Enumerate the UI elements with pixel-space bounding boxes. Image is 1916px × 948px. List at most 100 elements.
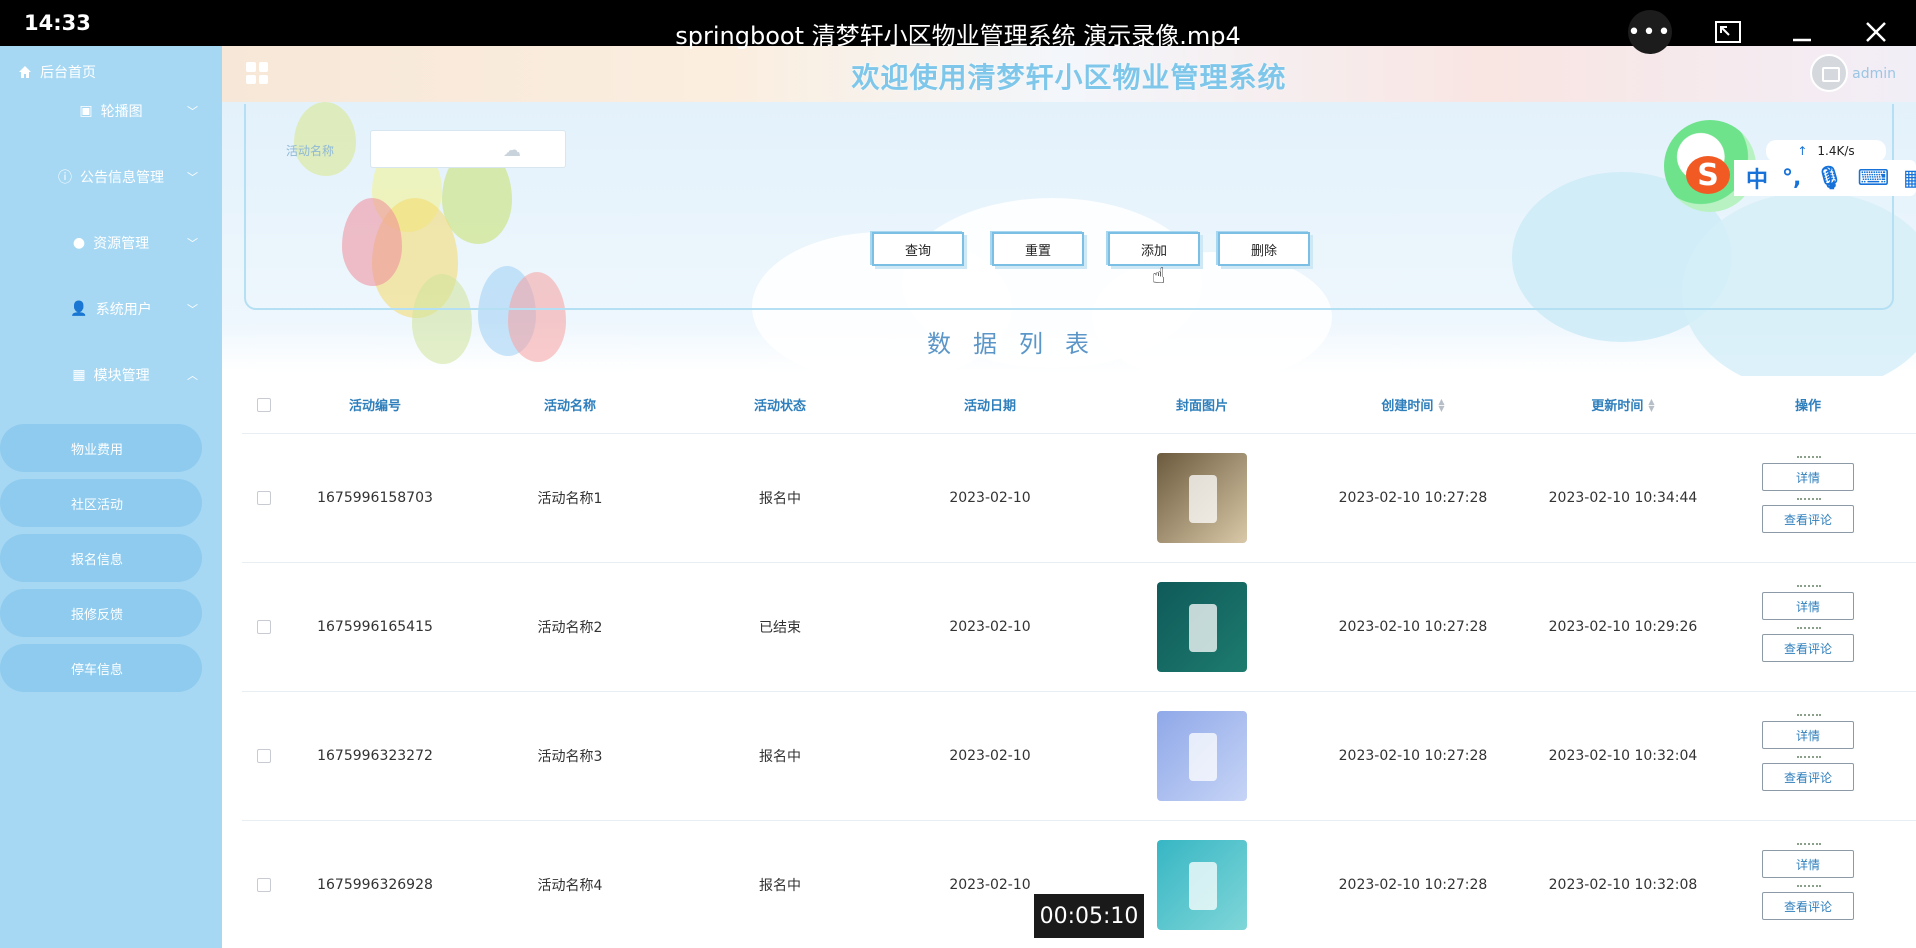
cover-image-thumbnail[interactable] <box>1157 711 1247 801</box>
network-speed: ↑ 1.4K/s <box>1766 140 1886 162</box>
delete-button[interactable]: 删除 <box>1218 232 1310 266</box>
cell-updated-time: 2023-02-10 10:34:44 <box>1548 490 1698 506</box>
cover-image-thumbnail[interactable] <box>1157 840 1247 930</box>
sidebar-subitem-label: 报名信息 <box>70 552 123 568</box>
row-actions: 详情 查看评论 <box>1762 456 1854 533</box>
view-comments-button[interactable]: 查看评论 <box>1762 498 1854 533</box>
column-header-created[interactable]: 创建时间 ▲ ▼ <box>1308 376 1518 433</box>
cover-illustration <box>1189 862 1217 910</box>
video-player-titlebar: 14:33 springboot 清梦轩小区物业管理系统 演示录像.mp4 ••… <box>0 0 1916 54</box>
minimize-button[interactable] <box>1784 17 1820 47</box>
image-icon: ▣ <box>79 103 93 119</box>
table-row: 1675996165415 活动名称2 已结束 2023-02-10 2023-02-1… <box>242 563 1916 692</box>
chevron-down-icon: ﹀ <box>187 237 198 250</box>
cell-activity-date: 2023-02-10 <box>949 619 1031 635</box>
cell-activity-id: 1675996158703 <box>317 490 433 506</box>
cover-image-thumbnail[interactable] <box>1157 453 1247 543</box>
sidebar-subitem-community-events[interactable]: 社区活动 <box>0 479 202 527</box>
cover-illustration <box>1189 475 1217 523</box>
close-button[interactable] <box>1858 17 1894 47</box>
query-button[interactable]: 查询 <box>872 232 964 266</box>
sidebar-subitem-parking[interactable]: 停车信息 <box>0 644 202 692</box>
info-icon: ⓘ <box>58 170 72 186</box>
cell-actions: 详情 查看评论 <box>1728 434 1888 562</box>
table-row: 1675996158703 活动名称1 报名中 2023-02-10 2023-02-1… <box>242 434 1916 563</box>
cell-cover-image <box>1096 563 1308 691</box>
apps-grid-icon[interactable]: ▦ <box>1903 166 1916 191</box>
sidebar-subitem-label: 报修反馈 <box>70 607 123 623</box>
detail-button[interactable]: 详情 <box>1762 585 1854 620</box>
sidebar-item-home[interactable]: 后台首页 <box>18 62 96 82</box>
sidebar-subitem-property-fees[interactable]: 物业费用 <box>0 424 202 472</box>
cell-updated-time: 2023-02-10 10:29:26 <box>1548 619 1698 635</box>
sidebar-subitem-label: 停车信息 <box>70 662 123 678</box>
sidebar-subitem-repair-feedback[interactable]: 报修反馈 <box>0 589 202 637</box>
sidebar-item-label: 系统用户 <box>95 302 152 318</box>
ime-punctuation-toggle[interactable]: °, <box>1782 166 1801 191</box>
row-checkbox[interactable] <box>257 749 271 763</box>
username[interactable]: admin <box>1852 66 1896 82</box>
ime-toolbar[interactable]: S ↑ 1.4K/s 中 °, 🎙 ⌨ ▦ <box>1664 120 1916 212</box>
column-header-updated[interactable]: 更新时间 ▲ ▼ <box>1518 376 1728 433</box>
detail-button[interactable]: 详情 <box>1762 843 1854 878</box>
cell-cover-image <box>1096 692 1308 820</box>
column-header-id: 活动编号 <box>348 399 401 414</box>
cell-activity-name: 活动名称4 <box>537 878 603 894</box>
sidebar-item-resources[interactable]: ● 资源管理 ﹀ <box>0 223 222 263</box>
select-all-checkbox[interactable] <box>257 397 271 412</box>
cell-created-time: 2023-02-10 10:27:28 <box>1338 877 1488 893</box>
chevron-down-icon: ﹀ <box>187 171 198 184</box>
column-header-actions: 操作 <box>1794 399 1821 414</box>
cell-activity-status: 报名中 <box>759 491 801 507</box>
sogou-icon: S <box>1686 156 1730 194</box>
cell-activity-id: 1675996323272 <box>317 748 433 764</box>
chevron-down-icon: ﹀ <box>187 105 198 118</box>
cell-created-time: 2023-02-10 10:27:28 <box>1338 490 1488 506</box>
column-header-status: 活动状态 <box>753 399 806 414</box>
sidebar-item-modules[interactable]: ▦ 模块管理 ︿ <box>0 355 222 395</box>
cell-updated-time: 2023-02-10 10:32:08 <box>1548 877 1698 893</box>
reset-button[interactable]: 重置 <box>992 232 1084 266</box>
sort-icon[interactable]: ▲ ▼ <box>1648 397 1654 412</box>
row-checkbox[interactable] <box>257 878 271 892</box>
cell-created-time: 2023-02-10 10:27:28 <box>1338 748 1488 764</box>
page-title: 欢迎使用清梦轩小区物业管理系统 <box>851 61 1287 94</box>
sidebar: 后台首页 ▣ 轮播图 ﹀ ⓘ 公告信息管理 ﹀ ● 资源管理 ﹀ 👤 系统用户 … <box>0 46 222 948</box>
microphone-icon[interactable]: 🎙 <box>1815 166 1843 191</box>
cell-activity-name: 活动名称2 <box>537 620 603 636</box>
sidebar-item-carousel[interactable]: ▣ 轮播图 ﹀ <box>0 91 222 131</box>
row-checkbox[interactable] <box>257 620 271 634</box>
sort-icon[interactable]: ▲ ▼ <box>1438 397 1444 412</box>
cell-activity-date: 2023-02-10 <box>949 490 1031 506</box>
cell-activity-id: 1675996326928 <box>317 877 433 893</box>
keyboard-icon[interactable]: ⌨ <box>1857 166 1889 191</box>
column-header-cover: 封面图片 <box>1175 399 1228 414</box>
activity-table: 活动编号 活动名称 活动状态 活动日期 封面图片 创建时间 ▲ ▼ 更新时间 ▲ ▼ 操… <box>242 376 1916 948</box>
avatar[interactable] <box>1810 54 1848 92</box>
add-button[interactable]: 添加 <box>1108 232 1200 266</box>
cell-activity-name: 活动名称1 <box>537 491 603 507</box>
sidebar-subitem-label: 物业费用 <box>70 442 123 458</box>
picture-in-picture-button[interactable] <box>1710 17 1746 47</box>
sidebar-item-label: 资源管理 <box>93 236 150 252</box>
sidebar-item-notices[interactable]: ⓘ 公告信息管理 ﹀ <box>0 157 222 197</box>
column-header-name: 活动名称 <box>543 399 596 414</box>
more-icon: ••• <box>1627 19 1673 45</box>
cover-image-thumbnail[interactable] <box>1157 582 1247 672</box>
row-checkbox[interactable] <box>257 491 271 505</box>
row-actions: 详情 查看评论 <box>1762 843 1854 920</box>
view-comments-button[interactable]: 查看评论 <box>1762 885 1854 920</box>
row-checkbox-cell <box>242 821 286 948</box>
detail-button[interactable]: 详情 <box>1762 456 1854 491</box>
sidebar-subitem-registrations[interactable]: 报名信息 <box>0 534 202 582</box>
main-content: 活动名称 ☁ 查询 重置 添加 删除 ☝ 数据列表 活动编号 活动名称 活动状态… <box>222 102 1916 948</box>
sidebar-item-users[interactable]: 👤 系统用户 ﹀ <box>0 289 222 329</box>
detail-button[interactable]: 详情 <box>1762 714 1854 749</box>
view-comments-button[interactable]: 查看评论 <box>1762 627 1854 662</box>
more-options-button[interactable]: ••• <box>1628 10 1672 54</box>
sidebar-subitem-label: 社区活动 <box>70 497 123 513</box>
data-list-title: 数据列表 <box>927 330 1111 358</box>
view-comments-button[interactable]: 查看评论 <box>1762 756 1854 791</box>
activity-name-input[interactable]: ☁ <box>370 130 566 168</box>
ime-mode-toggle[interactable]: 中 <box>1746 162 1768 194</box>
